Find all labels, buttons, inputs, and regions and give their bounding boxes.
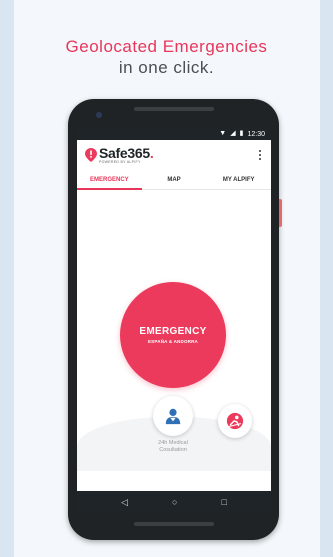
wifi-icon: ▼ xyxy=(219,130,227,137)
headline-line-2: in one click. xyxy=(118,58,215,77)
emergency-button-title: EMERGENCY xyxy=(139,326,207,337)
phone-screen: ▼ ◢ ▮ 12:30 Safe365. POWERED BY ALPIFY E… xyxy=(77,128,271,513)
power-button xyxy=(279,199,282,227)
home-icon[interactable]: ○ xyxy=(172,497,177,507)
tab-my-alpify[interactable]: MY ALPIFY xyxy=(206,170,271,189)
recents-icon[interactable]: □ xyxy=(222,497,227,507)
tab-map[interactable]: MAP xyxy=(142,170,207,189)
status-time: 12:30 xyxy=(247,130,265,138)
back-icon[interactable]: ◁ xyxy=(121,497,128,507)
bottom-speaker xyxy=(134,522,214,526)
emergency-panel: EMERGENCY ESPAÑA & ANDORRA 24h Medical C… xyxy=(77,190,271,471)
tab-emergency[interactable]: EMERGENCY xyxy=(77,170,142,190)
doctor-icon xyxy=(165,408,181,425)
promo-headline: Geolocated Emergencies in one click. xyxy=(0,36,333,78)
android-nav-bar: ◁ ○ □ xyxy=(77,491,271,513)
app-logo: Safe365. POWERED BY ALPIFY xyxy=(85,144,154,165)
status-bar: ▼ ◢ ▮ 12:30 xyxy=(77,128,271,140)
battery-icon: ▮ xyxy=(239,130,244,137)
overflow-menu-icon[interactable] xyxy=(257,148,264,163)
phone-frame: ▼ ◢ ▮ 12:30 Safe365. POWERED BY ALPIFY E… xyxy=(68,99,282,540)
signal-icon: ◢ xyxy=(230,130,236,137)
injured-skier-icon xyxy=(226,412,244,430)
app-bar: Safe365. POWERED BY ALPIFY xyxy=(77,140,271,170)
powered-by-label: POWERED BY ALPIFY xyxy=(99,159,141,164)
top-speaker xyxy=(134,107,214,111)
front-camera xyxy=(96,112,102,118)
emergency-button-subtitle: ESPAÑA & ANDORRA xyxy=(147,339,199,344)
brand-name: Safe365. xyxy=(99,144,154,161)
emergency-button[interactable]: EMERGENCY ESPAÑA & ANDORRA xyxy=(120,282,226,388)
headline-line-1: Geolocated Emergencies xyxy=(65,37,268,56)
medical-consultation-label: 24h Medical Cosultation xyxy=(158,440,188,453)
sport-emergency-button[interactable] xyxy=(218,404,252,438)
location-pin-icon xyxy=(85,148,97,162)
tab-bar: EMERGENCY MAP MY ALPIFY xyxy=(77,170,271,190)
medical-consultation-button[interactable] xyxy=(153,396,193,436)
